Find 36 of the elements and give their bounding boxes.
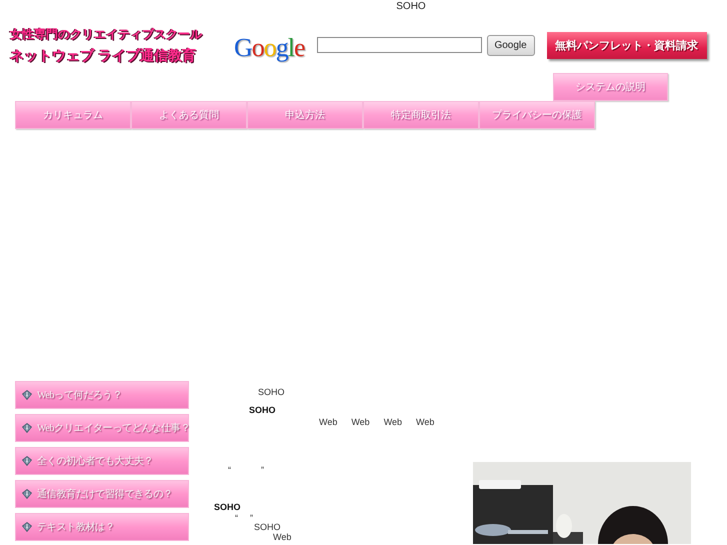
gem-icon xyxy=(22,522,32,532)
nav-button[interactable]: カリキュラム xyxy=(15,101,131,129)
nav-button[interactable]: システムの説明 xyxy=(553,73,668,101)
body-text: Web xyxy=(273,531,292,543)
body-text: SOHO xyxy=(214,501,241,513)
side-menu-item[interactable]: テキスト教材は？ xyxy=(15,513,189,541)
body-text: SOHO xyxy=(249,404,276,416)
gem-icon xyxy=(22,390,32,400)
logo-title: ネットウェブ ライブ通信教育 xyxy=(10,46,197,64)
gem-icon xyxy=(22,456,32,466)
body-text: Web xyxy=(384,416,402,428)
page-heading: SOHO xyxy=(396,0,426,13)
gem-icon xyxy=(22,489,32,499)
nav-button[interactable]: 申込方法 xyxy=(247,101,363,129)
nav-button[interactable]: プライバシーの保護 xyxy=(479,101,595,129)
body-text: Web xyxy=(351,416,370,428)
side-menu-item[interactable]: Webって何だろう？ xyxy=(15,381,189,409)
google-logo: Google xyxy=(234,34,305,62)
body-text: ” xyxy=(250,512,253,524)
nav-button[interactable]: よくある質問 xyxy=(131,101,247,129)
side-menu-item[interactable]: 全くの初心者でも大丈夫？ xyxy=(15,447,189,475)
body-text: ” xyxy=(261,464,264,476)
body-text: “ xyxy=(228,464,231,476)
side-menu-item[interactable]: Webクリエイターってどんな仕事？ xyxy=(15,414,189,442)
body-text: “ xyxy=(235,512,238,524)
body-text: Web xyxy=(416,416,434,428)
search-field[interactable] xyxy=(316,37,482,53)
body-text: SOHO xyxy=(254,521,281,533)
request-button[interactable]: 無料パンフレット・資料請求 xyxy=(546,32,707,58)
nav-button[interactable]: 特定商取引法 xyxy=(363,101,479,129)
logo-tagline: 女性専門のクリエイティブスクール xyxy=(10,26,204,42)
side-menu-item[interactable]: 通信教育だけで習得できるの？ xyxy=(15,480,189,508)
gem-icon xyxy=(22,423,32,433)
body-text: SOHO xyxy=(258,386,285,398)
body-text: Web xyxy=(319,416,338,428)
search-button[interactable]: Google xyxy=(486,34,535,56)
